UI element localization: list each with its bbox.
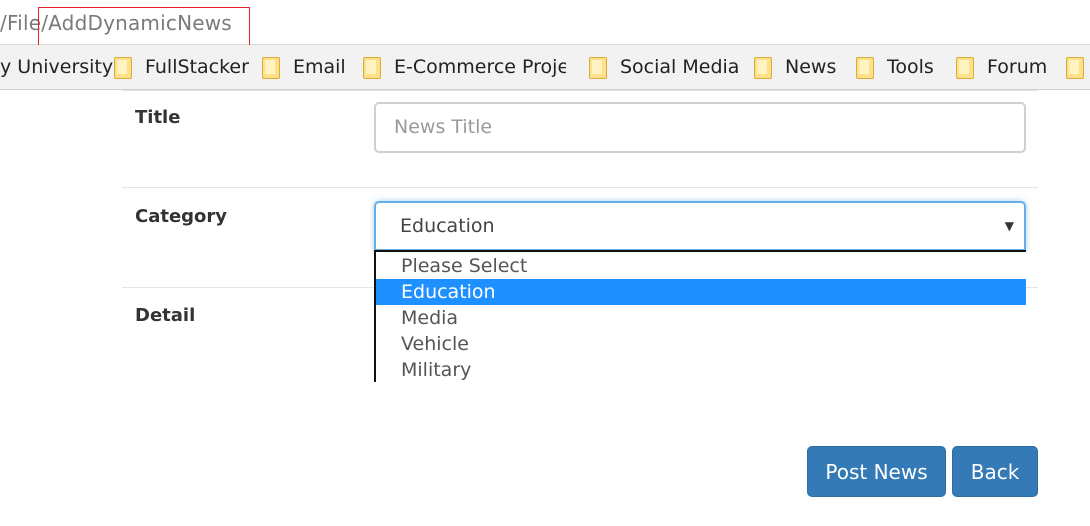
bookmark-label: y University (0, 56, 114, 78)
folder-icon (856, 56, 874, 79)
bookmark-item-university[interactable]: y University (0, 55, 113, 79)
bookmark-label: Email (293, 56, 346, 78)
bookmark-item-fullstacker[interactable]: FullStacker (114, 55, 249, 79)
bookmark-label: Forum (987, 56, 1048, 78)
folder-icon (262, 56, 280, 79)
bookmark-item-ecommerce[interactable]: E-Commerce Projec (363, 55, 566, 79)
url-highlight-box (38, 7, 250, 48)
bookmark-item-social-media[interactable]: Social Media (589, 55, 739, 79)
folder-icon (1066, 56, 1084, 79)
category-dropdown-list: Please Select Education Media Vehicle Mi… (374, 250, 1026, 382)
category-option-media[interactable]: Media (376, 305, 1026, 331)
category-option-vehicle[interactable]: Vehicle (376, 331, 1026, 357)
bookmark-label: E-Commerce Projec (394, 56, 566, 78)
category-label: Category (135, 206, 228, 227)
bookmark-item-forum[interactable]: Forum (956, 55, 1047, 79)
folder-icon (114, 56, 132, 79)
category-selected-value: Education (400, 215, 495, 237)
folder-icon (754, 56, 772, 79)
bookmark-item-tools[interactable]: Tools (856, 55, 934, 79)
category-option-education[interactable]: Education (376, 279, 1026, 305)
category-option-military[interactable]: Military (376, 357, 1026, 383)
title-label: Title (135, 107, 181, 128)
bookmark-item-news[interactable]: News (754, 55, 836, 79)
bookmark-label: FullStacker (145, 56, 249, 78)
form-divider (122, 187, 1038, 188)
caret-down-icon: ▼ (1004, 219, 1014, 233)
bookmarks-bar: y University FullStacker Email E-Commerc… (0, 45, 1090, 90)
news-title-input[interactable]: News Title (374, 102, 1026, 153)
form-top-divider (122, 90, 1038, 91)
category-select[interactable]: Education ▼ (374, 201, 1026, 251)
bookmark-label: Social Media (620, 56, 740, 78)
bookmark-item-overflow[interactable] (1066, 55, 1090, 79)
folder-icon (956, 56, 974, 79)
bookmark-label: Tools (887, 56, 934, 78)
folder-icon (363, 56, 381, 79)
category-option-please-select[interactable]: Please Select (376, 253, 1026, 279)
post-news-button[interactable]: Post News (807, 446, 946, 497)
back-button[interactable]: Back (952, 446, 1038, 497)
folder-icon (589, 56, 607, 79)
address-bar[interactable]: /File/AddDynamicNews (0, 0, 1090, 48)
bookmark-item-email[interactable]: Email (262, 55, 346, 79)
bookmark-label: News (785, 56, 837, 78)
detail-label: Detail (135, 305, 196, 326)
